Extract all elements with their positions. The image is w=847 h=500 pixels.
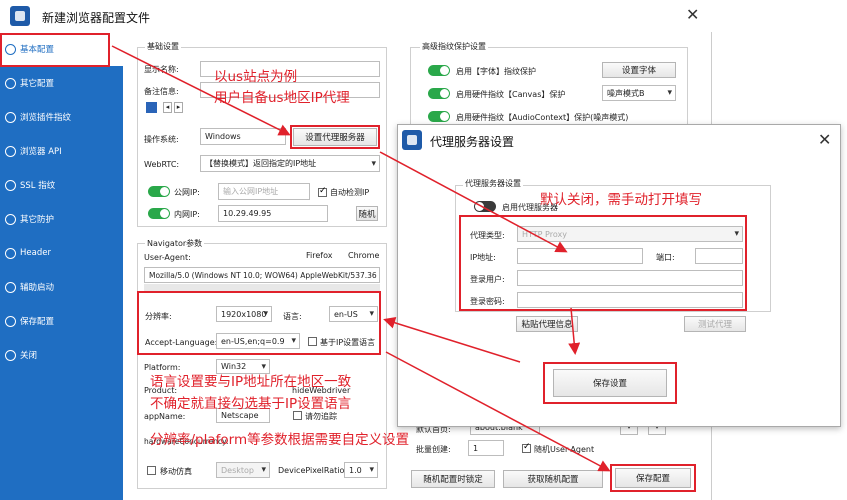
annotation-us-proxy: 用户自备us地区IP代理 bbox=[214, 90, 350, 106]
annotation-resolution: 分辨率/plaform等参数根据需要自定义设置 bbox=[150, 432, 410, 448]
annotation-default-off: 默认关闭，需手动打开填写 bbox=[540, 192, 702, 208]
annotation-arrows bbox=[111, 45, 611, 472]
arrow-proxy-to-dialog bbox=[379, 151, 568, 253]
arrow-fields-to-save bbox=[568, 307, 581, 355]
annotation-ip-language: 不确定就直接勾选基于IP设置语言 bbox=[150, 396, 352, 412]
annotation-us-site: 以us站点为例 bbox=[214, 69, 298, 85]
arrow-to-save-config bbox=[385, 351, 611, 472]
arrow-to-language bbox=[383, 316, 521, 363]
annotation-language-match: 语言设置要与IP地址所在地区一致 bbox=[150, 374, 352, 390]
